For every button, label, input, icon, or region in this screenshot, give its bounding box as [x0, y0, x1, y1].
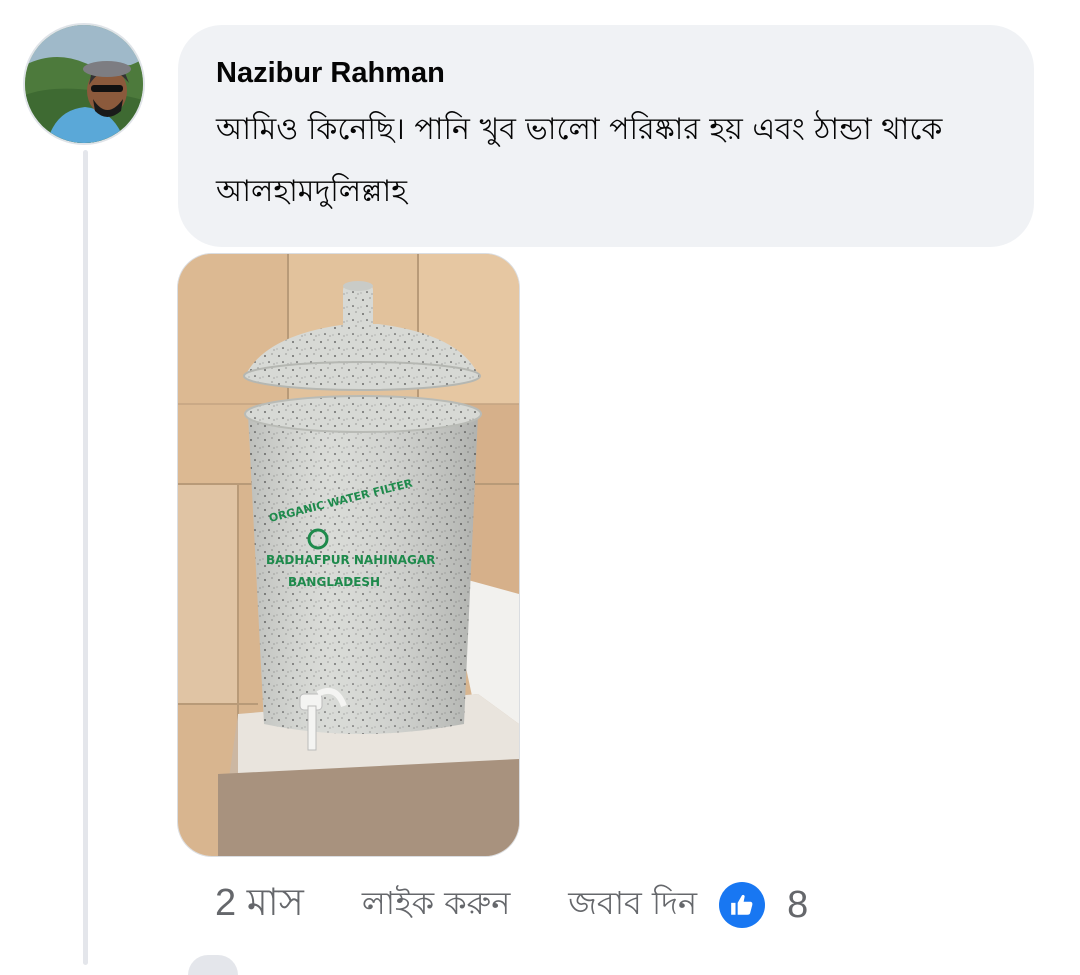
reaction-count[interactable]: 8	[787, 884, 808, 927]
comment-bubble: Nazibur Rahman আমিও কিনেছি। পানি খুব ভাল…	[178, 25, 1034, 247]
attached-photo[interactable]: ORGANIC WATER FILTER BADHAFPUR NAHINAGAR…	[178, 254, 519, 856]
next-comment-avatar	[188, 955, 238, 975]
water-filter-photo: ORGANIC WATER FILTER BADHAFPUR NAHINAGAR…	[178, 254, 519, 856]
avatar[interactable]	[25, 25, 143, 143]
reply-button[interactable]: জবাব দিন	[568, 878, 697, 932]
comment-text: আমিও কিনেছি। পানি খুব ভালো পরিষ্কার হয় …	[216, 112, 943, 209]
svg-text:BADHAFPUR NAHINAGAR: BADHAFPUR NAHINAGAR	[266, 553, 435, 567]
comment-actions: 2 মাস লাইক করুন জবাব দিন 8	[215, 880, 808, 930]
like-button[interactable]: লাইক করুন	[362, 878, 510, 932]
author-name[interactable]: Nazibur Rahman	[216, 53, 996, 93]
thread-line	[83, 150, 88, 965]
avatar-photo	[25, 25, 143, 143]
comment-time[interactable]: 2 মাস	[215, 873, 304, 937]
svg-text:BANGLADESH: BANGLADESH	[288, 575, 380, 589]
thumbs-up-icon[interactable]	[719, 882, 766, 928]
